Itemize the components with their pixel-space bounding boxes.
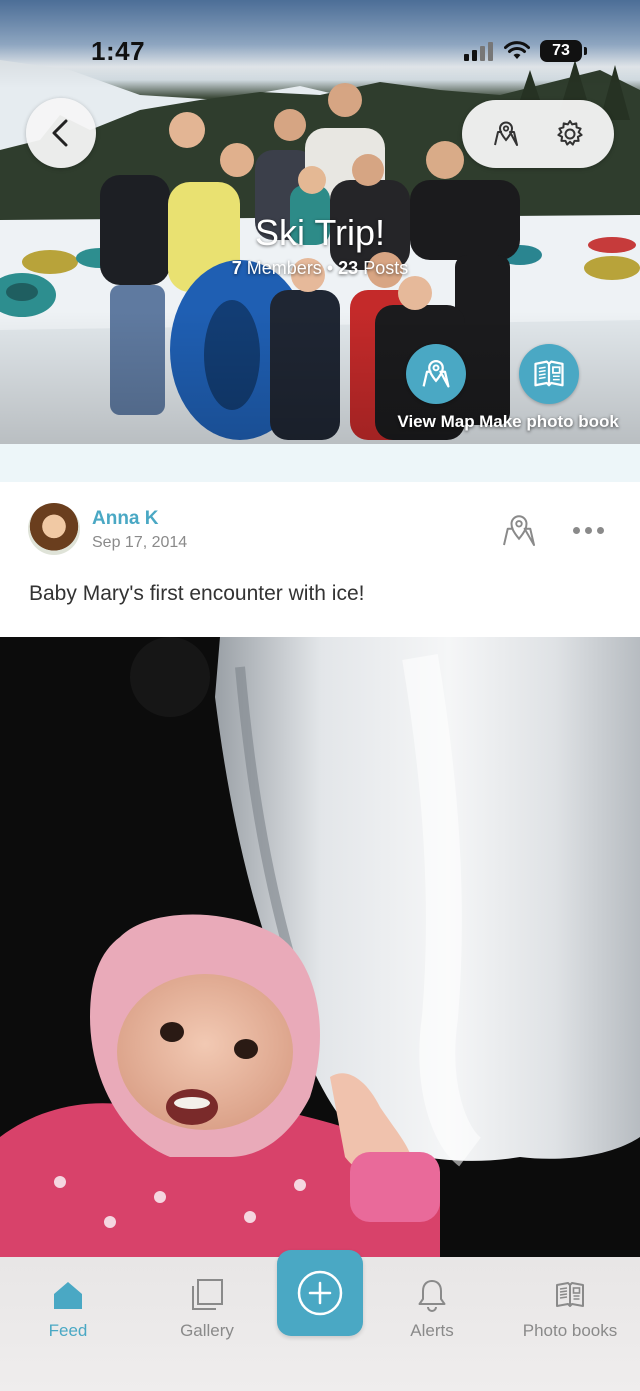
more-dot-icon xyxy=(596,526,604,534)
tab-gallery-label: Gallery xyxy=(180,1321,234,1340)
home-icon xyxy=(48,1277,88,1313)
group-cover-photo: 1:47 73 Ski Trip! 7 Members • 23 Posts V… xyxy=(0,0,640,444)
tab-alerts-label: Alerts xyxy=(410,1321,454,1340)
add-post-button[interactable] xyxy=(277,1250,363,1336)
members-label: Members xyxy=(246,258,322,278)
wifi-icon xyxy=(504,41,530,59)
battery-icon: 73 xyxy=(540,40,587,62)
tab-photo-books[interactable]: Photo books xyxy=(510,1277,630,1341)
avatar[interactable] xyxy=(28,503,80,555)
book-icon xyxy=(550,1277,590,1313)
view-map-button[interactable]: View Map xyxy=(396,344,476,432)
view-map-label: View Map xyxy=(397,412,475,431)
more-dot-icon xyxy=(584,526,592,534)
post-author[interactable]: Anna K xyxy=(92,508,159,530)
make-photo-book-circle[interactable] xyxy=(519,344,579,404)
stats-separator: • xyxy=(326,258,334,278)
more-dot-icon xyxy=(572,526,580,534)
post-photo[interactable] xyxy=(0,637,640,1257)
map-pin-icon xyxy=(494,121,518,146)
gallery-icon xyxy=(187,1277,227,1313)
view-map-circle[interactable] xyxy=(406,344,466,404)
gear-icon xyxy=(557,120,583,146)
book-icon xyxy=(534,360,564,387)
post-caption: Baby Mary's first encounter with ice! xyxy=(29,582,365,605)
tab-gallery[interactable]: Gallery xyxy=(147,1277,267,1341)
tab-feed[interactable]: Feed xyxy=(8,1277,128,1341)
post-more-button[interactable] xyxy=(566,512,610,548)
post-date: Sep 17, 2014 xyxy=(92,534,188,551)
bell-icon xyxy=(412,1277,452,1313)
plus-icon xyxy=(297,1270,343,1316)
section-separator xyxy=(0,444,640,482)
status-icons: 73 xyxy=(464,38,587,64)
group-stats: 7 Members • 23 Posts xyxy=(0,258,640,279)
map-pin-icon xyxy=(503,515,535,546)
map-button[interactable] xyxy=(486,114,526,154)
posts-label: Posts xyxy=(363,258,409,278)
tab-photo-books-label: Photo books xyxy=(522,1321,618,1340)
post-location-button[interactable] xyxy=(497,508,541,552)
tab-alerts[interactable]: Alerts xyxy=(372,1277,492,1341)
bottom-tab-bar: Feed Gallery Alerts Photo books xyxy=(0,1250,640,1391)
tab-feed-label: Feed xyxy=(48,1321,88,1340)
header-actions xyxy=(462,100,614,168)
group-title: Ski Trip! xyxy=(254,212,386,253)
settings-button[interactable] xyxy=(550,114,590,154)
map-pin-icon xyxy=(422,359,450,388)
make-photo-book-label: Make photo book xyxy=(479,412,619,431)
post-card: Anna K Sep 17, 2014 Baby Mary's first en… xyxy=(0,482,640,636)
chevron-left-icon xyxy=(52,119,68,147)
status-time: 1:47 xyxy=(91,36,146,66)
make-photo-book-button[interactable]: Make photo book xyxy=(479,344,619,432)
posts-count: 23 xyxy=(338,258,359,278)
cellular-signal-icon xyxy=(464,42,493,61)
members-count: 7 xyxy=(231,258,242,278)
back-button[interactable] xyxy=(26,98,96,168)
baby-ice-photo xyxy=(0,637,640,1257)
